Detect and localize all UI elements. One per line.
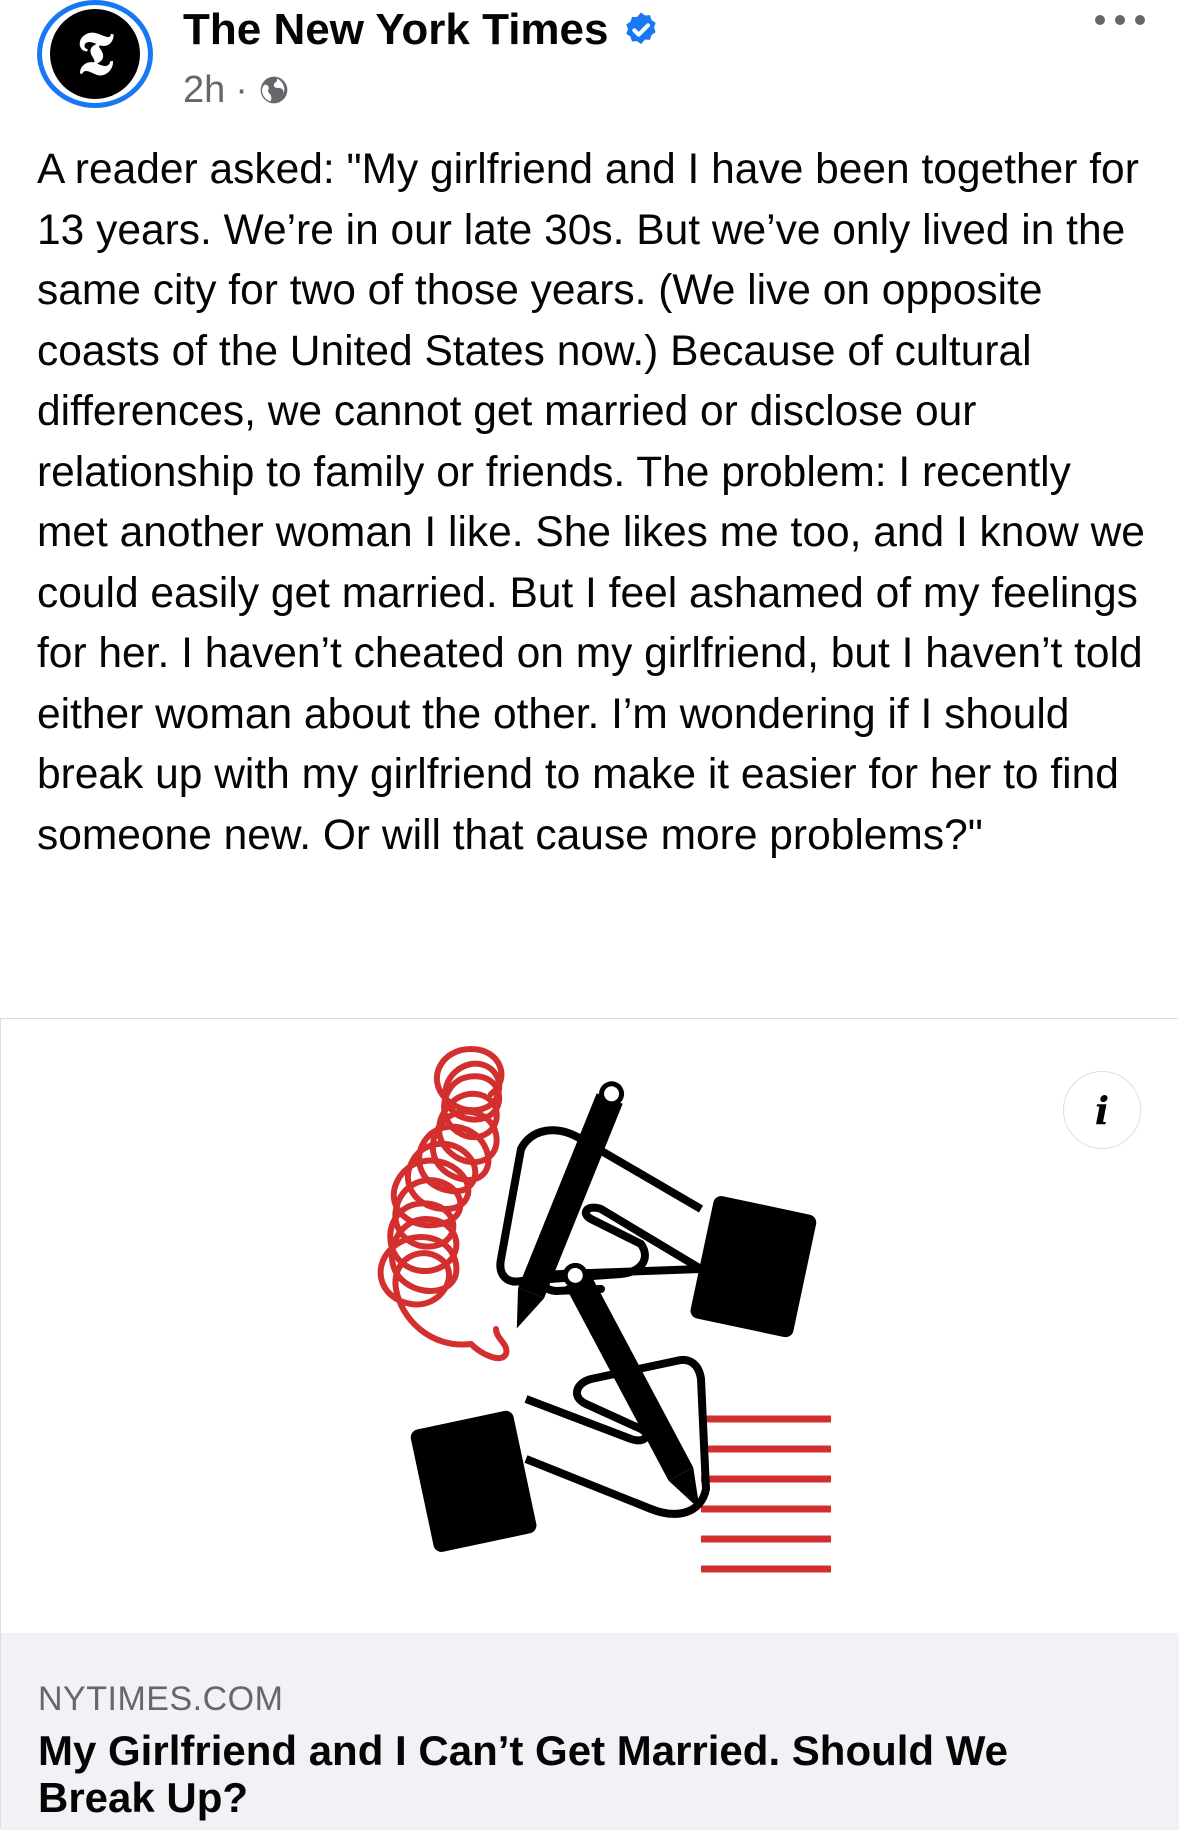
card-footer[interactable]: NYTIMES.COM My Girlfriend and I Can’t Ge… xyxy=(1,1633,1179,1830)
hands-writing-illustration xyxy=(377,1045,831,1573)
lower-cuff xyxy=(410,1410,537,1552)
more-options-icon[interactable] xyxy=(1090,8,1150,32)
info-button[interactable]: i xyxy=(1063,1071,1141,1149)
info-icon: i xyxy=(1094,1087,1110,1133)
link-domain: NYTIMES.COM xyxy=(38,1680,284,1718)
link-title[interactable]: My Girlfriend and I Can’t Get Married. S… xyxy=(38,1727,1128,1821)
avatar-glyph: 𝕿 xyxy=(76,19,114,89)
article-illustration[interactable]: i xyxy=(1,1019,1179,1634)
post-text: A reader asked: "My girlfriend and I hav… xyxy=(37,146,1145,859)
post-header: 𝕿 The New York Times 2h · xyxy=(0,0,1179,120)
page-name-row: The New York Times xyxy=(183,4,661,56)
post-time[interactable]: 2h xyxy=(183,66,225,114)
upper-cuff xyxy=(690,1196,817,1338)
meta-separator: · xyxy=(235,69,248,111)
nyt-logo-icon: 𝕿 xyxy=(50,9,140,99)
red-scribble xyxy=(377,1045,505,1348)
globe-icon xyxy=(260,76,288,104)
post-meta: 2h · xyxy=(183,66,290,114)
red-lines xyxy=(701,1415,831,1573)
verified-badge-icon xyxy=(625,12,656,45)
upper-pencil xyxy=(516,1081,625,1329)
link-preview-card[interactable]: i NYTIMES.COM My Girlfriend and I Can’t … xyxy=(0,1018,1179,1830)
page-name[interactable]: The New York Times xyxy=(183,4,609,56)
page-avatar[interactable]: 𝕿 xyxy=(37,0,153,108)
